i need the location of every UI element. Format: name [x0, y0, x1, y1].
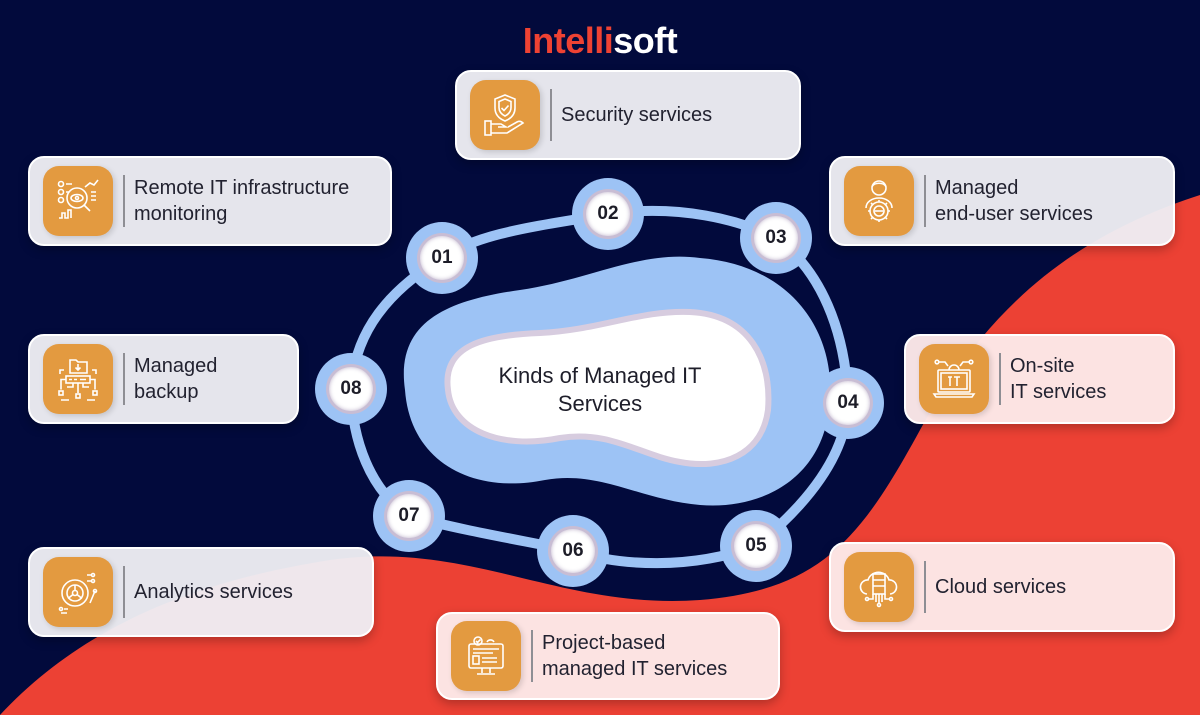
laptop-it-icon	[919, 344, 989, 414]
monitor-project-icon	[451, 621, 521, 691]
step-number-04: 04	[826, 381, 870, 425]
label-line: Project-based	[542, 632, 666, 654]
service-card-analytics: Analytics services	[28, 547, 374, 637]
monitoring-icon	[43, 166, 113, 236]
logo-part-1: Intelli	[522, 20, 614, 61]
service-label: On-site IT services	[1010, 353, 1106, 405]
step-number-01: 01	[420, 236, 464, 280]
user-gear-icon	[844, 166, 914, 236]
cloud-server-icon	[844, 552, 914, 622]
label-line: IT services	[1010, 381, 1107, 403]
step-number-03: 03	[754, 216, 798, 260]
separator	[924, 561, 926, 613]
service-label: Security services	[561, 102, 712, 128]
service-card-on-site: On-site IT services	[904, 334, 1175, 424]
label-line: Managed	[935, 177, 1019, 199]
shield-hand-icon	[470, 80, 540, 150]
step-number-08: 08	[329, 367, 373, 411]
title-line-1: Kinds of Managed IT	[498, 363, 702, 388]
service-label: Analytics services	[134, 579, 293, 605]
label-line: Security services	[561, 104, 713, 126]
title-line-2: Services	[557, 391, 643, 416]
label-line: On-site	[1010, 355, 1075, 377]
brand-logo: Intellisoft	[0, 20, 1200, 62]
backup-network-icon	[43, 344, 113, 414]
label-line: backup	[134, 381, 199, 403]
separator	[123, 353, 125, 405]
service-card-security: Security services	[455, 70, 801, 160]
service-label: Project-based managed IT services	[542, 630, 727, 682]
label-line: Remote IT infrastructure	[134, 177, 350, 199]
separator	[550, 89, 552, 141]
separator	[531, 630, 533, 682]
separator	[924, 175, 926, 227]
step-number-07: 07	[387, 494, 431, 538]
separator	[123, 566, 125, 618]
diagram-title: Kinds of Managed IT Services	[455, 362, 745, 418]
label-line: Analytics services	[134, 581, 293, 603]
step-number-02: 02	[586, 192, 630, 236]
label-line: Managed	[134, 355, 218, 377]
analytics-icon	[43, 557, 113, 627]
service-label: Cloud services	[935, 574, 1066, 600]
label-line: managed IT services	[542, 658, 728, 680]
service-card-cloud: Cloud services	[829, 542, 1175, 632]
service-card-project-based: Project-based managed IT services	[436, 612, 780, 700]
step-number-05: 05	[734, 524, 778, 568]
service-label: Managed backup	[134, 353, 217, 405]
separator	[123, 175, 125, 227]
service-card-managed-backup: Managed backup	[28, 334, 299, 424]
step-number-06: 06	[551, 529, 595, 573]
service-card-remote-monitoring: Remote IT infrastructure monitoring	[28, 156, 392, 246]
logo-part-2: soft	[613, 20, 678, 61]
label-line: end-user services	[935, 203, 1093, 225]
label-line: monitoring	[134, 203, 228, 225]
service-label: Managed end-user services	[935, 175, 1093, 227]
separator	[999, 353, 1001, 405]
label-line: Cloud services	[935, 576, 1067, 598]
service-label: Remote IT infrastructure monitoring	[134, 175, 349, 227]
service-card-end-user: Managed end-user services	[829, 156, 1175, 246]
